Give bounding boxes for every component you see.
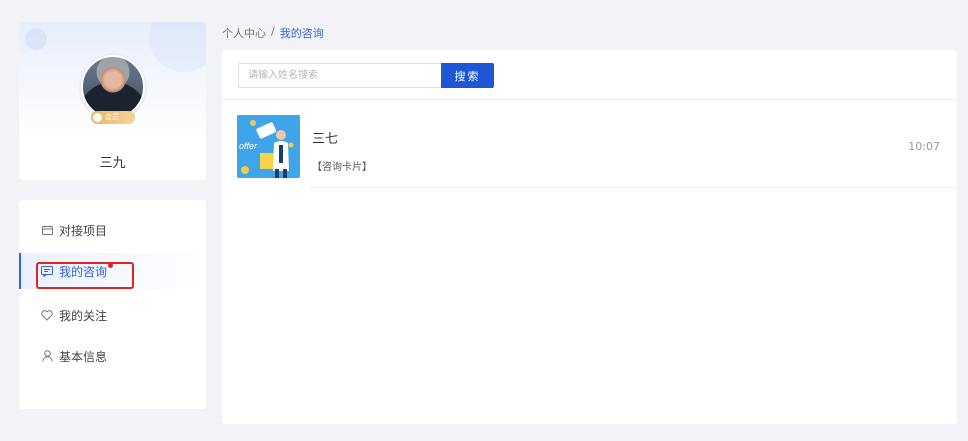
- sidebar-item-following[interactable]: 我的关注: [19, 297, 206, 333]
- main-panel: 搜索 offer 三七 【咨询卡片】 10:07: [222, 50, 957, 424]
- heart-icon: [41, 309, 53, 321]
- sidebar-item-profile-info[interactable]: 基本信息: [19, 338, 206, 374]
- breadcrumb-current: 我的咨询: [279, 27, 324, 40]
- contact-name: 三七: [312, 132, 339, 147]
- badge-label: 会员: [105, 113, 119, 121]
- avatar-wrap: 会员: [81, 55, 145, 124]
- divider: [310, 187, 957, 188]
- user-name: 三九: [99, 156, 126, 171]
- sidebar-item-projects[interactable]: 对接项目: [19, 212, 206, 248]
- sidebar-menu: 对接项目 我的咨询 我的关注 基本信息: [19, 200, 206, 409]
- breadcrumb-root[interactable]: 个人中心: [222, 25, 266, 41]
- sidebar-item-label: 对接项目: [59, 223, 108, 238]
- message-time: 10:07: [908, 140, 940, 153]
- avatar[interactable]: [81, 55, 145, 119]
- decor-bubble: [25, 28, 47, 50]
- offer-illustration-icon: offer: [237, 115, 300, 178]
- member-badge: 会员: [91, 111, 135, 124]
- decor-bubble: [149, 22, 206, 72]
- breadcrumb: 个人中心 / 我的咨询: [222, 25, 324, 41]
- thumb-text: offer: [239, 141, 258, 151]
- profile-card: 会员 三九: [19, 22, 206, 180]
- breadcrumb-separator: /: [271, 25, 275, 38]
- unread-dot: [108, 262, 114, 268]
- sidebar-item-label: 基本信息: [59, 349, 108, 364]
- sidebar-item-consultations[interactable]: 我的咨询: [19, 253, 206, 289]
- badge-icon: [93, 113, 102, 122]
- search-button[interactable]: 搜索: [441, 63, 494, 88]
- sidebar-item-label: 我的关注: [59, 308, 108, 323]
- contact-thumbnail: offer: [237, 115, 300, 178]
- search-bar: 搜索: [238, 63, 494, 88]
- sidebar-item-label: 我的咨询: [59, 264, 108, 279]
- divider: [222, 99, 957, 100]
- search-input[interactable]: [238, 63, 441, 88]
- project-icon: [41, 224, 53, 236]
- active-indicator: [19, 253, 21, 289]
- user-icon: [41, 350, 53, 362]
- message-preview: 【咨询卡片】: [312, 162, 372, 173]
- list-item[interactable]: offer 三七 【咨询卡片】 10:07: [222, 106, 957, 188]
- chat-icon: [41, 265, 53, 277]
